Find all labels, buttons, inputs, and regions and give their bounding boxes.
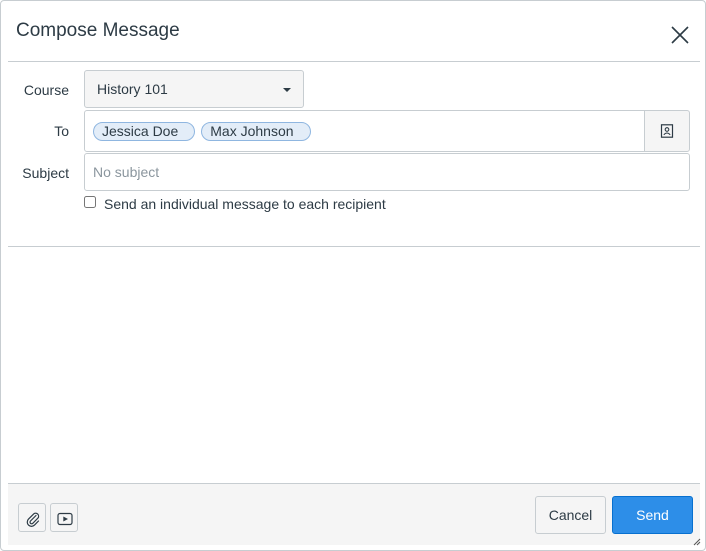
send-button[interactable]: Send bbox=[612, 496, 693, 534]
recipient-token[interactable]: Jessica Doe bbox=[93, 122, 196, 141]
media-icon bbox=[57, 512, 73, 526]
address-book-button[interactable] bbox=[644, 110, 690, 152]
individual-message-checkbox[interactable] bbox=[84, 196, 96, 208]
attach-button[interactable] bbox=[18, 503, 46, 532]
subject-input[interactable] bbox=[84, 153, 690, 191]
recipients-field[interactable]: Jessica Doe Max Johnson bbox=[84, 110, 645, 152]
resize-grip-icon[interactable] bbox=[693, 538, 701, 546]
cancel-button[interactable]: Cancel bbox=[535, 496, 606, 534]
subject-label: Subject bbox=[22, 165, 69, 181]
recipient-token[interactable]: Max Johnson bbox=[201, 122, 311, 141]
course-select-value: History 101 bbox=[97, 81, 168, 97]
record-media-button[interactable] bbox=[50, 503, 78, 532]
individual-message-label: Send an individual message to each recip… bbox=[104, 196, 386, 212]
course-label: Course bbox=[23, 82, 69, 98]
to-label: To bbox=[54, 123, 69, 139]
dialog-footer: Cancel Send bbox=[8, 483, 700, 545]
message-body-input[interactable] bbox=[8, 247, 700, 483]
course-select[interactable]: History 101 bbox=[84, 70, 304, 108]
address-book-icon bbox=[660, 124, 674, 138]
header-divider bbox=[8, 61, 700, 62]
dialog-title: Compose Message bbox=[16, 20, 180, 41]
paperclip-icon bbox=[26, 512, 40, 527]
compose-message-dialog: Compose Message Course History 101 To Je… bbox=[0, 0, 706, 551]
caret-down-icon bbox=[283, 88, 291, 92]
close-icon[interactable] bbox=[669, 24, 691, 46]
